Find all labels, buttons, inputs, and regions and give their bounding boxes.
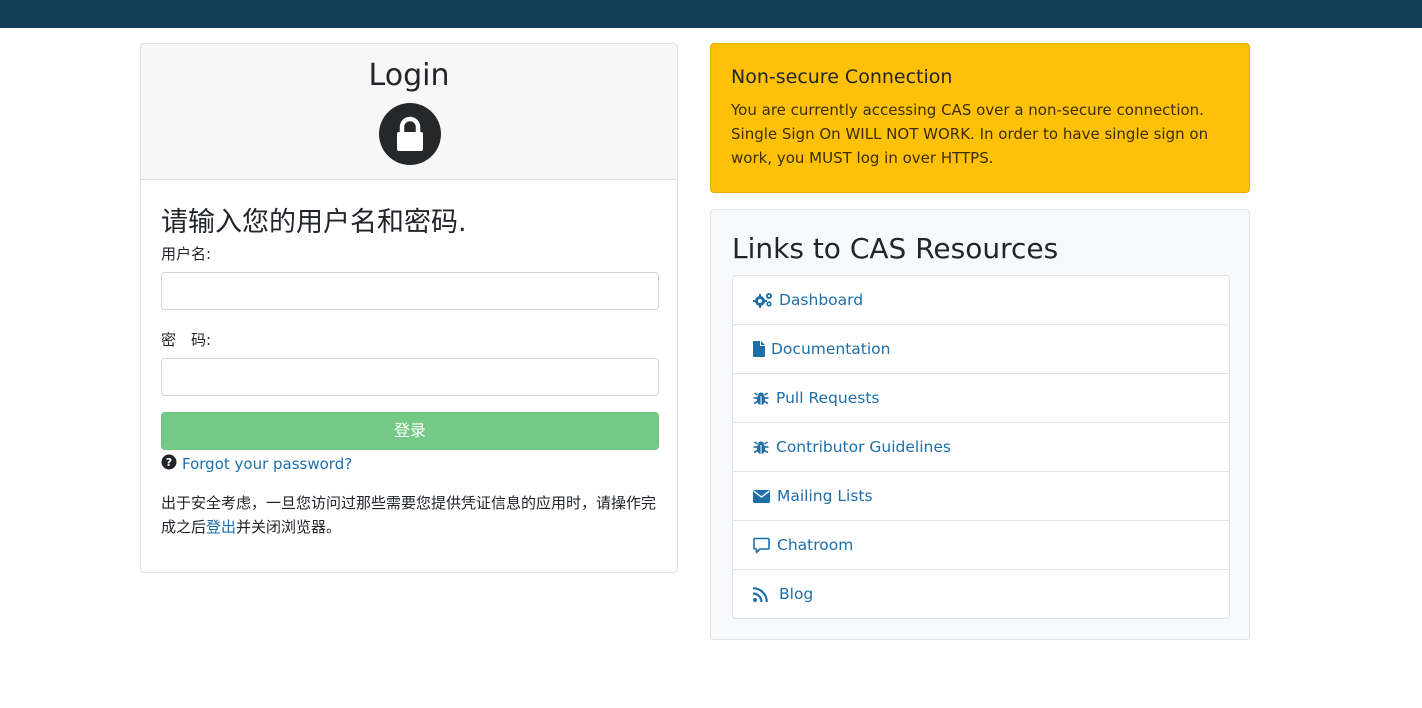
notice-text-end: 并关闭浏览器。 [236,518,342,536]
bug-icon [753,389,770,407]
resource-link-chatroom[interactable]: Chatroom [733,520,1229,569]
resource-label: Blog [779,585,814,603]
resource-link-contributor-guidelines[interactable]: Contributor Guidelines [733,422,1229,471]
rss-icon [753,585,773,603]
resource-label: Chatroom [777,536,854,554]
resource-label: Dashboard [779,291,864,309]
resource-link-dashboard[interactable]: Dashboard [733,276,1229,324]
security-notice: 出于安全考虑，一旦您访问过那些需要您提供凭证信息的应用时，请操作完成之后登出并关… [161,491,661,539]
resource-label: Documentation [771,340,891,358]
resources-list: Dashboard Documentation Pull Requests Co… [732,275,1230,619]
lock-icon [379,103,441,165]
svg-text:?: ? [166,456,172,469]
file-icon [753,340,765,358]
login-button[interactable]: 登录 [161,412,659,450]
question-circle-icon: ? [161,454,177,474]
resources-title: Links to CAS Resources [732,232,1059,265]
gears-icon [753,291,773,309]
forgot-password-row: ? Forgot your password? [161,453,352,475]
login-card: Login 请输入您的用户名和密码. 用户名: 密 码: 登录 ? Forgot… [140,43,678,573]
resource-link-documentation[interactable]: Documentation [733,324,1229,373]
login-prompt: 请输入您的用户名和密码. [161,207,467,238]
username-label: 用户名: [161,245,212,263]
warning-title: Non-secure Connection [731,66,953,88]
username-input[interactable] [161,272,659,310]
resource-link-blog[interactable]: Blog [733,569,1229,618]
forgot-password-link[interactable]: Forgot your password? [182,455,352,473]
bug-icon [753,438,770,456]
resource-label: Mailing Lists [777,487,873,505]
top-nav-bar [0,0,1422,28]
warning-body: You are currently accessing CAS over a n… [731,101,1209,167]
resource-link-pull-requests[interactable]: Pull Requests [733,373,1229,422]
login-header: Login [141,44,677,180]
comment-icon [753,536,771,554]
cas-resources-panel: Links to CAS Resources Dashboard Documen… [710,209,1250,640]
resource-link-mailing-lists[interactable]: Mailing Lists [733,471,1229,520]
password-label: 密 码: [161,331,212,349]
logout-link[interactable]: 登出 [206,518,236,536]
resource-label: Pull Requests [776,389,880,407]
login-title: Login [368,58,450,93]
non-secure-warning: Non-secure Connection You are currently … [710,43,1250,193]
password-input[interactable] [161,358,659,396]
envelope-icon [753,487,771,505]
resource-label: Contributor Guidelines [776,438,951,456]
